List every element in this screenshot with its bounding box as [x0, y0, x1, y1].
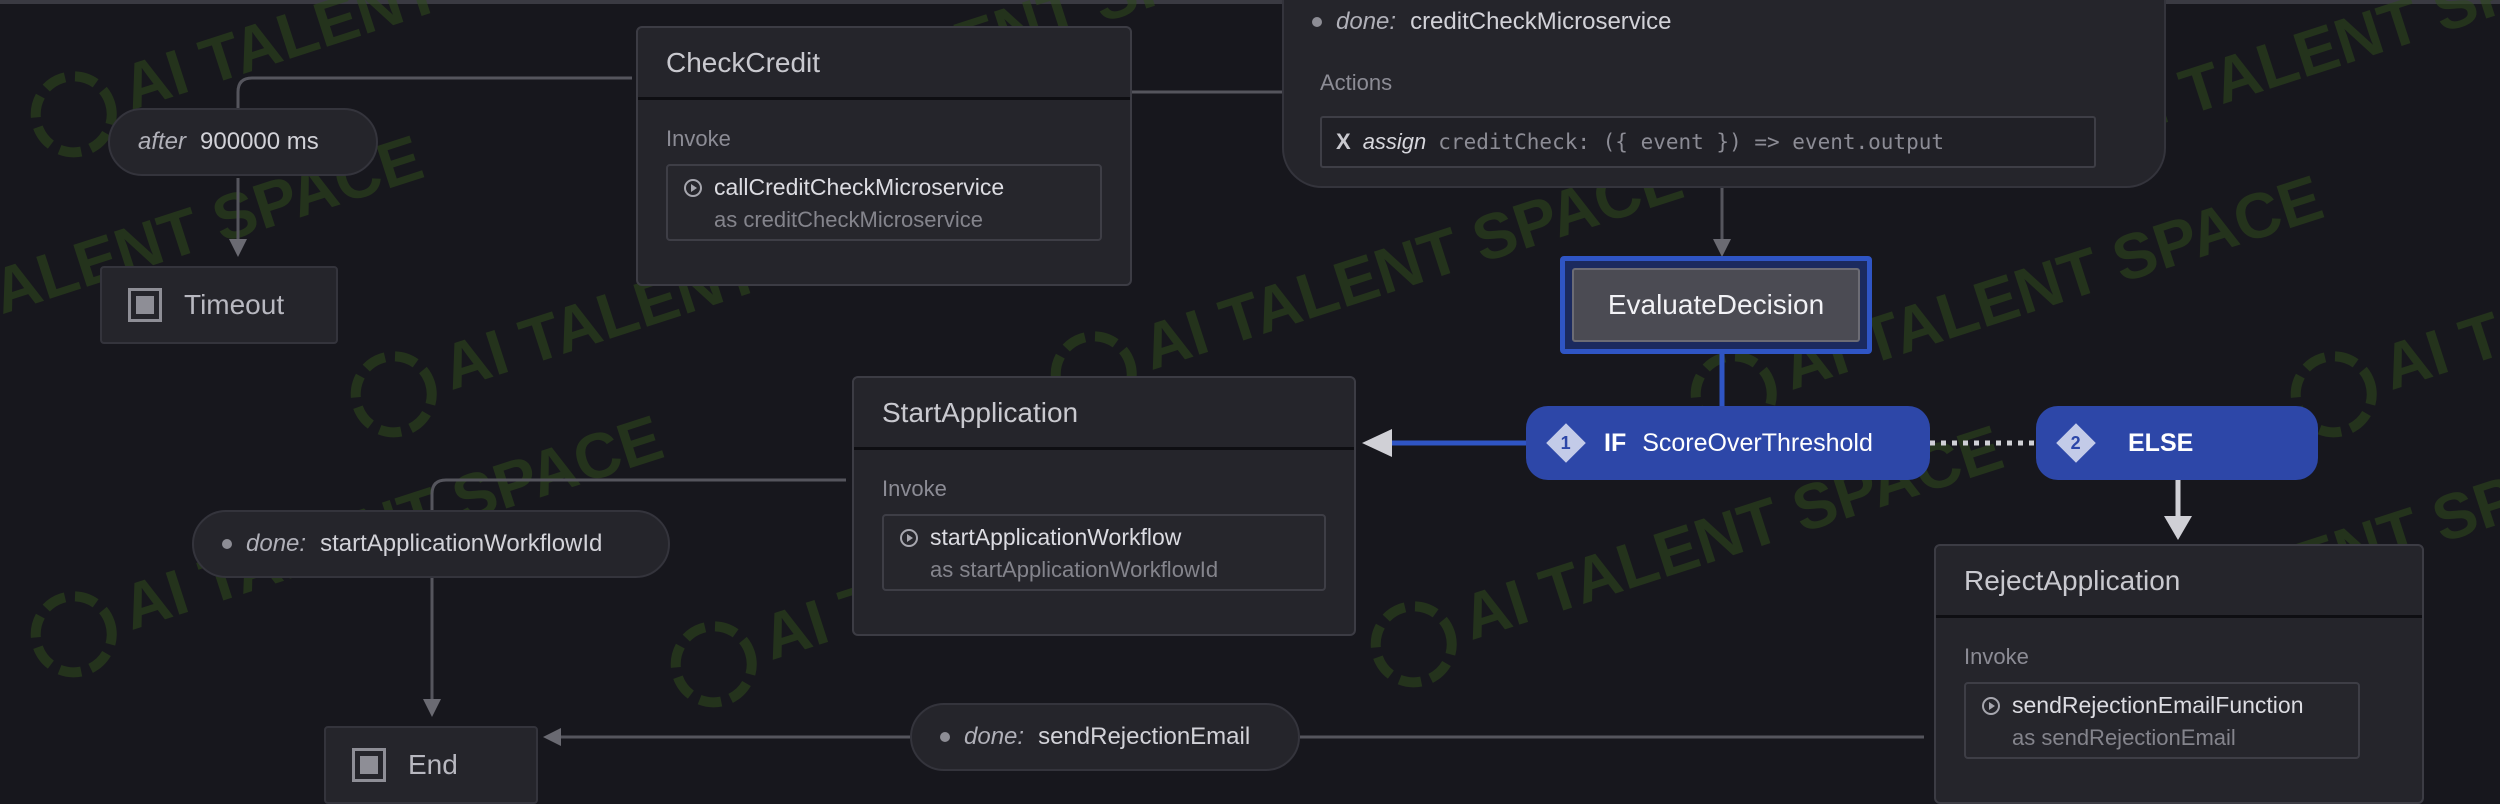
transition-dot	[1312, 17, 1322, 27]
assign-x-icon: X	[1336, 129, 1351, 154]
transition-keyword: done:	[246, 530, 307, 557]
transition-keyword: after	[138, 128, 187, 155]
play-icon	[684, 178, 702, 197]
assign-code: creditCheck: ({ event }) => event.output	[1438, 130, 1945, 154]
state-end[interactable]: End	[324, 726, 538, 804]
invoke-label: Invoke	[882, 476, 947, 501]
state-timeout[interactable]: Timeout	[100, 266, 338, 344]
branch-keyword: ELSE	[2128, 428, 2194, 457]
state-title: CheckCredit	[638, 28, 1130, 100]
branch-index-diamond-icon: 2	[2056, 423, 2096, 463]
transition-keyword: done:	[964, 723, 1025, 750]
invoke-box[interactable]: startApplicationWorkflow as startApplica…	[882, 514, 1326, 591]
invoke-service: startApplicationWorkflow	[930, 524, 1182, 550]
invoke-box[interactable]: callCreditCheckMicroservice as creditChe…	[666, 164, 1102, 241]
branch-else[interactable]: 2 ELSE	[2036, 406, 2318, 480]
branch-guard: ScoreOverThreshold	[1642, 428, 1873, 457]
edge-checkcredit-after	[236, 76, 632, 108]
edge-start-done	[430, 478, 846, 512]
transition-dot	[222, 539, 232, 549]
transition-done-credit[interactable]: done: creditCheckMicroservice Actions X …	[1282, 0, 2166, 188]
play-icon	[900, 528, 918, 547]
invoke-service: callCreditCheckMicroservice	[714, 174, 1005, 200]
state-title: RejectApplication	[1936, 546, 2422, 618]
invoke-service: sendRejectionEmailFunction	[2012, 692, 2304, 718]
invoke-alias: as startApplicationWorkflowId	[930, 557, 1219, 582]
assign-action[interactable]: X assign creditCheck: ({ event }) => eve…	[1320, 116, 2096, 168]
invoke-alias: as sendRejectionEmail	[2012, 725, 2236, 750]
transition-keyword: done:	[1336, 8, 1397, 35]
transition-dot	[940, 732, 950, 742]
invoke-label: Invoke	[666, 126, 731, 151]
edge-if-start-arrow	[1362, 429, 1392, 457]
state-title: Timeout	[184, 289, 285, 320]
transition-value: 900000 ms	[200, 128, 319, 155]
transition-done-start[interactable]: done: startApplicationWorkflowId	[192, 510, 670, 578]
actions-label: Actions	[1320, 70, 1393, 95]
invoke-alias: as creditCheckMicroservice	[714, 207, 983, 232]
final-state-icon	[128, 288, 162, 322]
branch-index-diamond-icon: 1	[1546, 423, 1586, 463]
state-reject-application[interactable]: RejectApplication Invoke sendRejectionEm…	[1934, 544, 2424, 804]
final-state-icon	[352, 748, 386, 782]
assign-keyword: assign	[1362, 129, 1427, 154]
invoke-box[interactable]: sendRejectionEmailFunction as sendReject…	[1964, 682, 2360, 759]
state-title: EvaluateDecision	[1572, 268, 1860, 342]
state-title: StartApplication	[854, 378, 1354, 450]
branch-if[interactable]: 1 IF ScoreOverThreshold	[1526, 406, 1930, 480]
branch-keyword: IF	[1604, 428, 1627, 457]
transition-value: creditCheckMicroservice	[1410, 8, 1672, 35]
edge-else-reject-arrow	[2164, 516, 2192, 540]
state-start-application[interactable]: StartApplication Invoke startApplication…	[852, 376, 1356, 636]
transition-done-reject[interactable]: done: sendRejectionEmail	[910, 703, 1300, 771]
transition-value: sendRejectionEmail	[1038, 723, 1251, 750]
state-check-credit[interactable]: CheckCredit Invoke callCreditCheckMicros…	[636, 26, 1132, 286]
transition-after-timer[interactable]: after 900000 ms	[108, 108, 378, 176]
invoke-label: Invoke	[1964, 644, 2029, 669]
transition-value: startApplicationWorkflowId	[320, 530, 603, 557]
state-evaluate-decision[interactable]: EvaluateDecision	[1560, 256, 1872, 354]
state-title: End	[408, 749, 458, 780]
play-icon	[1982, 696, 2000, 715]
